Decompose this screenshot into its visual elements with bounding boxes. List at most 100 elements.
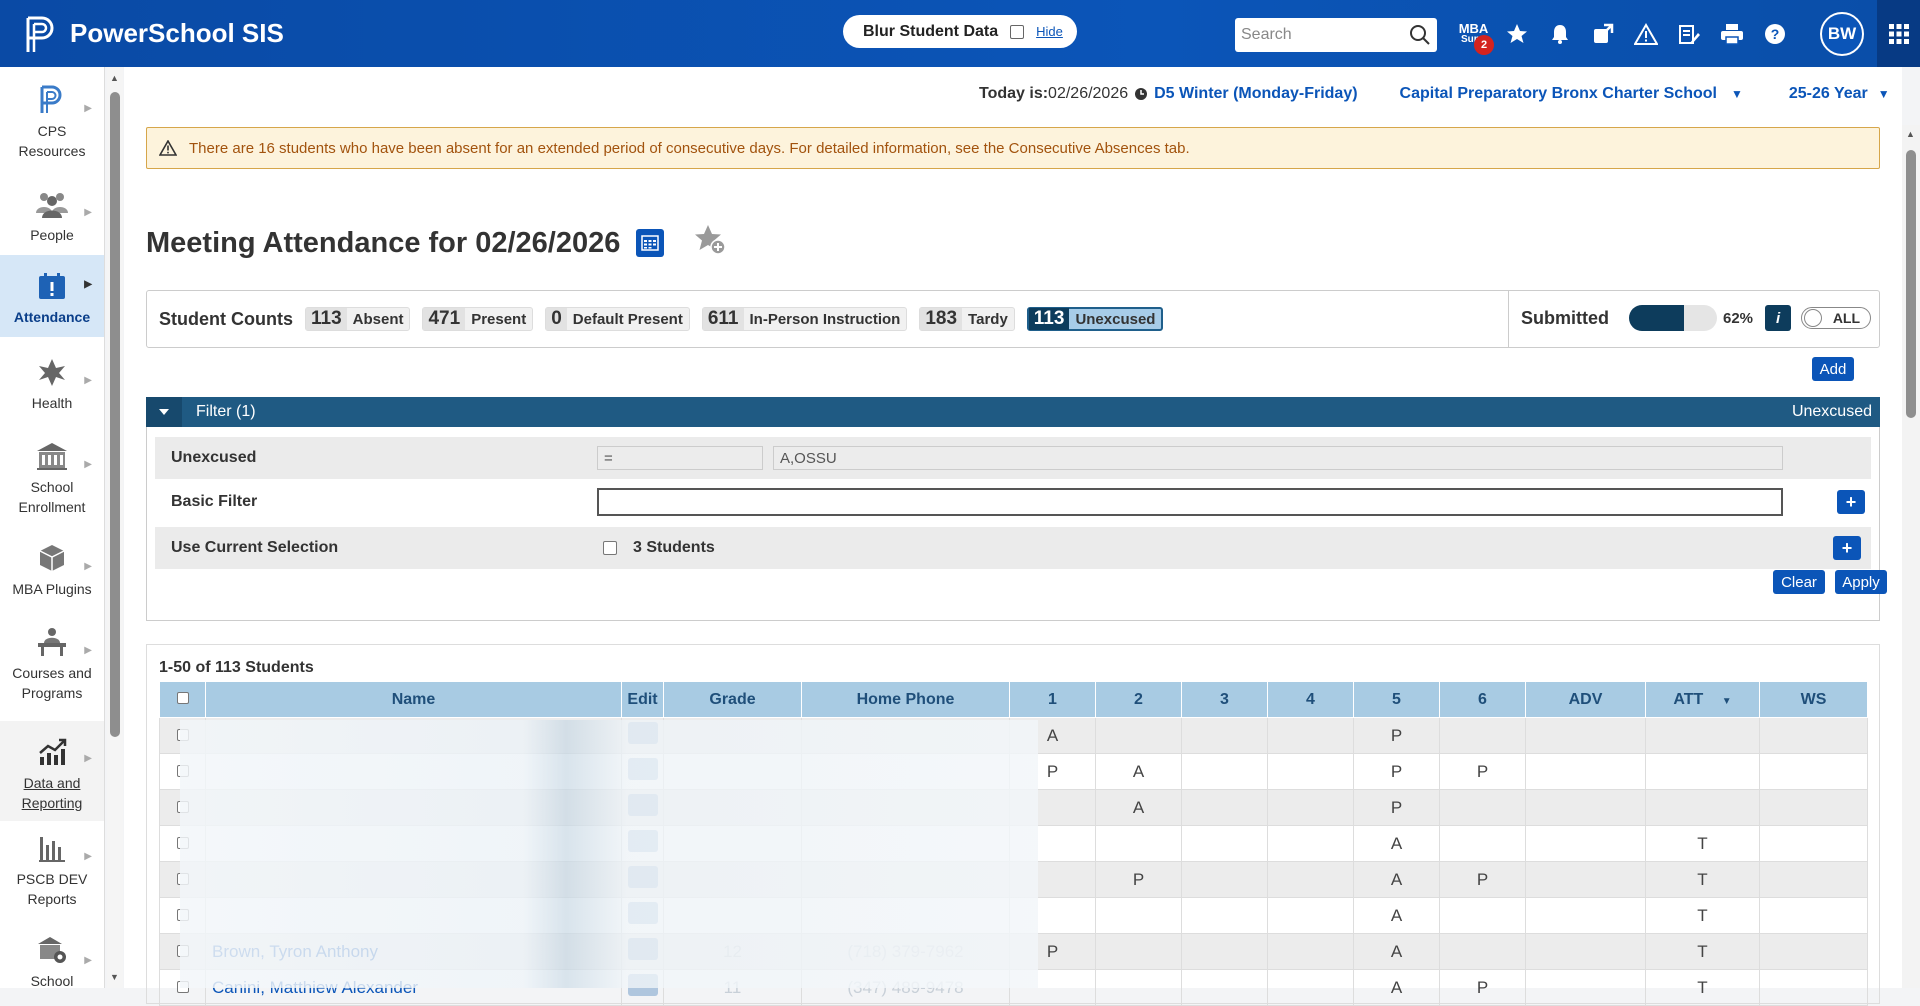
column-header-period-4[interactable]: 4	[1267, 681, 1354, 718]
select-all-checkbox[interactable]	[176, 691, 189, 704]
sidebar-item-cps-resources[interactable]: CPS Resources ▶	[0, 79, 104, 171]
period-2-cell[interactable]: A	[1095, 789, 1182, 826]
scroll-up-icon[interactable]: ▲	[1906, 129, 1915, 139]
blur-checkbox[interactable]	[1010, 24, 1025, 39]
select-all-header[interactable]	[159, 681, 206, 718]
column-header-phone[interactable]: Home Phone	[801, 681, 1010, 718]
period-3-cell[interactable]	[1181, 897, 1268, 934]
ws-cell[interactable]	[1759, 861, 1868, 898]
sidebar-item-people[interactable]: People ▶	[0, 183, 104, 259]
basic-filter-input[interactable]	[597, 488, 1783, 516]
sidebar-item-health[interactable]: Health ▶	[0, 351, 104, 427]
count-tardy[interactable]: 183 Tardy	[919, 307, 1015, 331]
period-6-cell[interactable]	[1439, 825, 1526, 862]
sidebar-scroll-thumb[interactable]	[110, 92, 120, 737]
adv-cell[interactable]	[1525, 753, 1646, 790]
adv-cell[interactable]	[1525, 861, 1646, 898]
period-3-cell[interactable]	[1181, 789, 1268, 826]
column-header-att[interactable]: ATT ▼	[1645, 681, 1760, 718]
app-logo[interactable]: PowerSchool SIS	[24, 14, 284, 54]
hide-link[interactable]: Hide	[1036, 24, 1063, 39]
printer-icon[interactable]	[1710, 15, 1753, 53]
period-4-cell[interactable]	[1267, 789, 1354, 826]
user-avatar[interactable]: BW	[1820, 12, 1864, 56]
column-header-name[interactable]: Name	[205, 681, 622, 718]
alert-triangle-icon[interactable]	[1624, 15, 1667, 53]
adv-cell[interactable]	[1525, 825, 1646, 862]
calendar-button[interactable]	[636, 229, 665, 257]
column-header-adv[interactable]: ADV	[1525, 681, 1646, 718]
att-cell[interactable]: T	[1645, 861, 1760, 898]
period-5-cell[interactable]: A	[1353, 933, 1440, 970]
sidebar-item-pscb-dev-reports[interactable]: PSCB DEV Reports ▶	[0, 827, 104, 919]
column-header-period-5[interactable]: 5	[1353, 681, 1440, 718]
period-2-cell[interactable]: A	[1095, 753, 1182, 790]
adv-cell[interactable]	[1525, 933, 1646, 970]
external-link-icon[interactable]	[1581, 15, 1624, 53]
main-scroll-thumb[interactable]	[1906, 150, 1916, 418]
period-5-cell[interactable]: P	[1353, 789, 1440, 826]
school-selector[interactable]: Capital Preparatory Bronx Charter School	[1400, 85, 1717, 103]
current-selection-checkbox[interactable]	[603, 541, 617, 555]
clear-button[interactable]: Clear	[1773, 570, 1825, 594]
sidebar-item-school-enrollment[interactable]: School Enrollment ▶	[0, 435, 104, 527]
period-5-cell[interactable]: P	[1353, 717, 1440, 754]
year-selector[interactable]: 25-26 Year	[1789, 85, 1868, 103]
ws-cell[interactable]	[1759, 897, 1868, 934]
scroll-down-icon[interactable]: ▼	[110, 972, 119, 982]
bell-icon[interactable]	[1538, 15, 1581, 53]
add-button[interactable]: Add	[1812, 357, 1854, 381]
sidebar-item-school[interactable]: School ▶	[0, 931, 104, 991]
period-4-cell[interactable]	[1267, 717, 1354, 754]
period-3-cell[interactable]	[1181, 825, 1268, 862]
all-toggle[interactable]: ALL	[1801, 307, 1872, 329]
period-4-cell[interactable]	[1267, 897, 1354, 934]
period-4-cell[interactable]	[1267, 861, 1354, 898]
period-2-cell[interactable]	[1095, 933, 1182, 970]
period-3-cell[interactable]	[1181, 717, 1268, 754]
search-input[interactable]: Search	[1235, 18, 1437, 52]
period-5-cell[interactable]: A	[1353, 861, 1440, 898]
add-filter-button[interactable]: +	[1837, 490, 1865, 514]
add-favorite-star-icon[interactable]	[694, 223, 727, 263]
column-header-period-2[interactable]: 2	[1095, 681, 1182, 718]
sidebar-item-courses-programs[interactable]: Courses and Programs ▶	[0, 621, 104, 713]
period-6-cell[interactable]	[1439, 789, 1526, 826]
sidebar-item-mba-plugins[interactable]: MBA Plugins ▶	[0, 537, 104, 613]
caret-down-icon[interactable]: ▼	[1878, 87, 1890, 101]
column-header-ws[interactable]: WS	[1759, 681, 1868, 718]
value-field[interactable]: A,OSSU	[773, 446, 1783, 470]
period-6-cell[interactable]: P	[1439, 753, 1526, 790]
column-header-period-3[interactable]: 3	[1181, 681, 1268, 718]
column-header-period-6[interactable]: 6	[1439, 681, 1526, 718]
collapse-caret-icon[interactable]	[146, 397, 182, 427]
ws-cell[interactable]	[1759, 825, 1868, 862]
att-cell[interactable]	[1645, 789, 1760, 826]
period-5-cell[interactable]: A	[1353, 897, 1440, 934]
sidebar-item-data-reporting[interactable]: Data and Reporting ▶	[0, 721, 104, 821]
period-5-cell[interactable]: A	[1353, 825, 1440, 862]
period-5-cell[interactable]: P	[1353, 753, 1440, 790]
scroll-up-icon[interactable]: ▲	[110, 73, 119, 83]
sidebar-item-attendance[interactable]: Attendance ▶	[0, 255, 104, 337]
help-icon[interactable]: ?	[1753, 15, 1796, 53]
count-unexcused[interactable]: 113 Unexcused	[1026, 307, 1164, 331]
period-2-cell[interactable]	[1095, 897, 1182, 934]
period-6-cell[interactable]	[1439, 933, 1526, 970]
att-cell[interactable]: T	[1645, 897, 1760, 934]
period-6-cell[interactable]	[1439, 717, 1526, 754]
add-selection-button[interactable]: +	[1833, 536, 1861, 560]
main-scrollbar[interactable]: ▲	[1902, 125, 1920, 988]
edit-document-icon[interactable]	[1667, 15, 1710, 53]
count-absent[interactable]: 113 Absent	[304, 307, 411, 331]
ws-cell[interactable]	[1759, 753, 1868, 790]
period-2-cell[interactable]: P	[1095, 861, 1182, 898]
column-header-period-1[interactable]: 1	[1009, 681, 1096, 718]
period-2-cell[interactable]	[1095, 825, 1182, 862]
att-cell[interactable]	[1645, 753, 1760, 790]
period-4-cell[interactable]	[1267, 825, 1354, 862]
operator-field[interactable]: =	[597, 446, 763, 470]
count-present[interactable]: 471 Present	[422, 307, 534, 331]
count-default-present[interactable]: 0 Default Present	[545, 307, 690, 331]
ws-cell[interactable]	[1759, 789, 1868, 826]
